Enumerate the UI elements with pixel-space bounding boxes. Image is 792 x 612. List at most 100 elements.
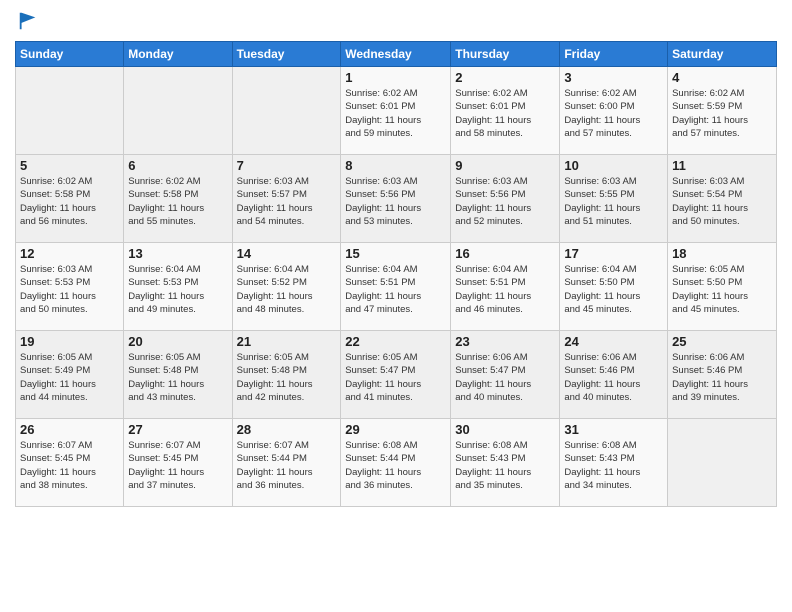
day-info: Sunrise: 6:02 AM Sunset: 5:59 PM Dayligh… [672, 87, 772, 140]
calendar-cell: 31Sunrise: 6:08 AM Sunset: 5:43 PM Dayli… [560, 419, 668, 507]
day-info: Sunrise: 6:04 AM Sunset: 5:51 PM Dayligh… [345, 263, 446, 316]
day-number: 24 [564, 334, 663, 349]
day-number: 12 [20, 246, 119, 261]
day-number: 1 [345, 70, 446, 85]
calendar-cell: 4 Sunrise: 6:02 AM Sunset: 5:59 PM Daylig… [668, 67, 777, 155]
day-info: Sunrise: 6:05 AM Sunset: 5:48 PM Dayligh… [128, 351, 227, 404]
calendar-cell [232, 67, 341, 155]
calendar-cell: 22 Sunrise: 6:05 AM Sunset: 5:47 PM Dayli… [341, 331, 451, 419]
day-info: Sunrise: 6:03 AM Sunset: 5:54 PM Dayligh… [672, 175, 772, 228]
day-info: Sunrise: 6:03 AM Sunset: 5:53 PM Dayligh… [20, 263, 119, 316]
day-info: Sunrise: 6:07 AM Sunset: 5:45 PM Dayligh… [128, 439, 227, 492]
day-info: Sunrise: 6:03 AM Sunset: 5:55 PM Dayligh… [564, 175, 663, 228]
calendar-week-3: 12 Sunrise: 6:03 AM Sunset: 5:53 PM Dayli… [16, 243, 777, 331]
logo [15, 10, 39, 37]
day-info: Sunrise: 6:06 AM Sunset: 5:46 PM Dayligh… [564, 351, 663, 404]
day-number: 27 [128, 422, 227, 437]
day-number: 17 [564, 246, 663, 261]
day-number: 13 [128, 246, 227, 261]
day-number: 18 [672, 246, 772, 261]
day-number: 15 [345, 246, 446, 261]
calendar-cell: 5 Sunrise: 6:02 AM Sunset: 5:58 PM Daylig… [16, 155, 124, 243]
day-info: Sunrise: 6:05 AM Sunset: 5:47 PM Dayligh… [345, 351, 446, 404]
day-info: Sunrise: 6:02 AM Sunset: 5:58 PM Dayligh… [20, 175, 119, 228]
day-info: Sunrise: 6:06 AM Sunset: 5:46 PM Dayligh… [672, 351, 772, 404]
calendar-cell: 20 Sunrise: 6:05 AM Sunset: 5:48 PM Dayli… [124, 331, 232, 419]
calendar-cell: 11 Sunrise: 6:03 AM Sunset: 5:54 PM Dayli… [668, 155, 777, 243]
logo-flag-icon [17, 10, 39, 32]
calendar-cell: 10 Sunrise: 6:03 AM Sunset: 5:55 PM Dayli… [560, 155, 668, 243]
calendar-cell: 29 Sunrise: 6:08 AM Sunset: 5:44 PM Dayli… [341, 419, 451, 507]
day-number: 11 [672, 158, 772, 173]
calendar-cell: 16 Sunrise: 6:04 AM Sunset: 5:51 PM Dayli… [451, 243, 560, 331]
day-number: 10 [564, 158, 663, 173]
weekday-header-friday: Friday [560, 42, 668, 67]
day-info: Sunrise: 6:04 AM Sunset: 5:51 PM Dayligh… [455, 263, 555, 316]
day-info: Sunrise: 6:06 AM Sunset: 5:47 PM Dayligh… [455, 351, 555, 404]
calendar-cell: 6Sunrise: 6:02 AM Sunset: 5:58 PM Daylig… [124, 155, 232, 243]
calendar-week-1: 1 Sunrise: 6:02 AM Sunset: 6:01 PM Daylig… [16, 67, 777, 155]
calendar-table: SundayMondayTuesdayWednesdayThursdayFrid… [15, 41, 777, 507]
day-number: 2 [455, 70, 555, 85]
day-info: Sunrise: 6:05 AM Sunset: 5:49 PM Dayligh… [20, 351, 119, 404]
day-number: 29 [345, 422, 446, 437]
calendar-cell: 13 Sunrise: 6:04 AM Sunset: 5:53 PM Dayli… [124, 243, 232, 331]
day-info: Sunrise: 6:04 AM Sunset: 5:53 PM Dayligh… [128, 263, 227, 316]
page-container: SundayMondayTuesdayWednesdayThursdayFrid… [0, 0, 792, 512]
calendar-cell: 26 Sunrise: 6:07 AM Sunset: 5:45 PM Dayli… [16, 419, 124, 507]
calendar-cell: 21 Sunrise: 6:05 AM Sunset: 5:48 PM Dayli… [232, 331, 341, 419]
day-info: Sunrise: 6:02 AM Sunset: 6:01 PM Dayligh… [345, 87, 446, 140]
day-number: 16 [455, 246, 555, 261]
calendar-cell: 30 Sunrise: 6:08 AM Sunset: 5:43 PM Dayli… [451, 419, 560, 507]
day-number: 9 [455, 158, 555, 173]
weekday-header-saturday: Saturday [668, 42, 777, 67]
calendar-cell: 2 Sunrise: 6:02 AM Sunset: 6:01 PM Daylig… [451, 67, 560, 155]
day-info: Sunrise: 6:08 AM Sunset: 5:43 PM Dayligh… [455, 439, 555, 492]
calendar-week-2: 5 Sunrise: 6:02 AM Sunset: 5:58 PM Daylig… [16, 155, 777, 243]
calendar-cell: 25Sunrise: 6:06 AM Sunset: 5:46 PM Dayli… [668, 331, 777, 419]
day-info: Sunrise: 6:02 AM Sunset: 6:01 PM Dayligh… [455, 87, 555, 140]
calendar-cell: 9 Sunrise: 6:03 AM Sunset: 5:56 PM Daylig… [451, 155, 560, 243]
day-info: Sunrise: 6:07 AM Sunset: 5:45 PM Dayligh… [20, 439, 119, 492]
weekday-header-sunday: Sunday [16, 42, 124, 67]
day-info: Sunrise: 6:04 AM Sunset: 5:52 PM Dayligh… [237, 263, 337, 316]
calendar-cell: 8Sunrise: 6:03 AM Sunset: 5:56 PM Daylig… [341, 155, 451, 243]
calendar-cell: 18 Sunrise: 6:05 AM Sunset: 5:50 PM Dayli… [668, 243, 777, 331]
day-number: 22 [345, 334, 446, 349]
day-number: 21 [237, 334, 337, 349]
calendar-cell: 3Sunrise: 6:02 AM Sunset: 6:00 PM Daylig… [560, 67, 668, 155]
day-info: Sunrise: 6:02 AM Sunset: 6:00 PM Dayligh… [564, 87, 663, 140]
calendar-cell: 24 Sunrise: 6:06 AM Sunset: 5:46 PM Dayli… [560, 331, 668, 419]
calendar-week-4: 19Sunrise: 6:05 AM Sunset: 5:49 PM Dayli… [16, 331, 777, 419]
calendar-cell: 1 Sunrise: 6:02 AM Sunset: 6:01 PM Daylig… [341, 67, 451, 155]
calendar-cell: 19Sunrise: 6:05 AM Sunset: 5:49 PM Dayli… [16, 331, 124, 419]
calendar-cell [124, 67, 232, 155]
day-info: Sunrise: 6:05 AM Sunset: 5:48 PM Dayligh… [237, 351, 337, 404]
day-number: 14 [237, 246, 337, 261]
calendar-cell: 14 Sunrise: 6:04 AM Sunset: 5:52 PM Dayli… [232, 243, 341, 331]
day-info: Sunrise: 6:04 AM Sunset: 5:50 PM Dayligh… [564, 263, 663, 316]
day-number: 28 [237, 422, 337, 437]
day-number: 26 [20, 422, 119, 437]
day-number: 23 [455, 334, 555, 349]
weekday-header-thursday: Thursday [451, 42, 560, 67]
day-number: 4 [672, 70, 772, 85]
calendar-cell [16, 67, 124, 155]
calendar-cell: 12 Sunrise: 6:03 AM Sunset: 5:53 PM Dayli… [16, 243, 124, 331]
calendar-week-5: 26 Sunrise: 6:07 AM Sunset: 5:45 PM Dayli… [16, 419, 777, 507]
day-number: 31 [564, 422, 663, 437]
calendar-cell: 28Sunrise: 6:07 AM Sunset: 5:44 PM Dayli… [232, 419, 341, 507]
calendar-cell: 7Sunrise: 6:03 AM Sunset: 5:57 PM Daylig… [232, 155, 341, 243]
day-info: Sunrise: 6:03 AM Sunset: 5:56 PM Dayligh… [455, 175, 555, 228]
weekday-header-tuesday: Tuesday [232, 42, 341, 67]
day-number: 30 [455, 422, 555, 437]
calendar-cell: 15 Sunrise: 6:04 AM Sunset: 5:51 PM Dayli… [341, 243, 451, 331]
day-number: 20 [128, 334, 227, 349]
day-info: Sunrise: 6:08 AM Sunset: 5:44 PM Dayligh… [345, 439, 446, 492]
weekday-header-monday: Monday [124, 42, 232, 67]
calendar-cell [668, 419, 777, 507]
day-info: Sunrise: 6:02 AM Sunset: 5:58 PM Dayligh… [128, 175, 227, 228]
day-number: 5 [20, 158, 119, 173]
day-info: Sunrise: 6:05 AM Sunset: 5:50 PM Dayligh… [672, 263, 772, 316]
weekday-header-row: SundayMondayTuesdayWednesdayThursdayFrid… [16, 42, 777, 67]
